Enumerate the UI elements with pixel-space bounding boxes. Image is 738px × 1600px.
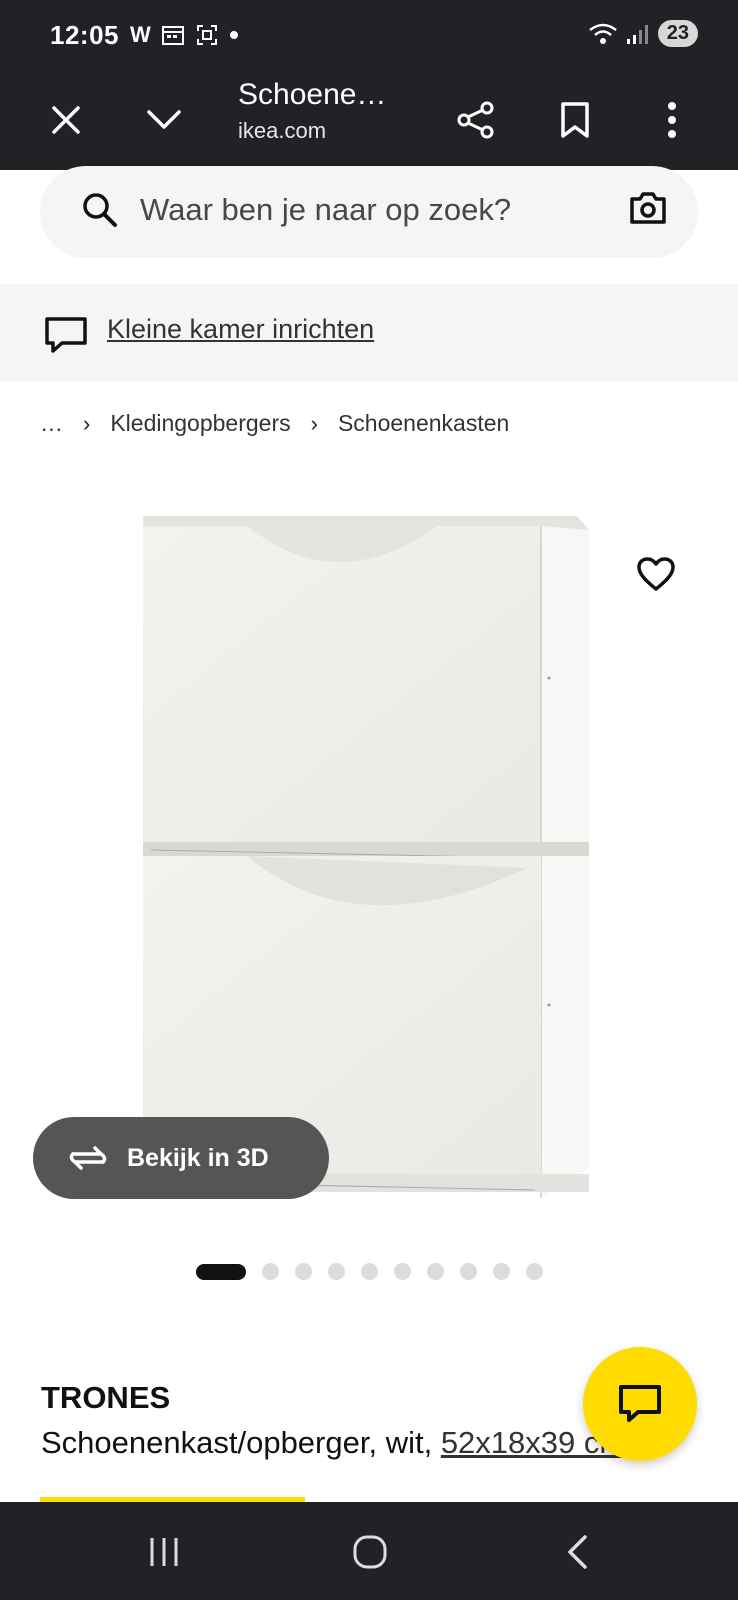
system-nav-bar bbox=[0, 1502, 738, 1600]
notification-w-icon: W bbox=[130, 22, 151, 47]
status-bar: 12:05 W 23 bbox=[0, 0, 738, 70]
product-description: Schoenenkast/opberger, wit, 52x18x39 cm bbox=[41, 1425, 625, 1461]
calendar-icon bbox=[161, 26, 184, 45]
dot-icon bbox=[229, 31, 238, 39]
home-icon bbox=[353, 1535, 387, 1569]
carousel-dot[interactable] bbox=[262, 1263, 279, 1280]
page-url: ikea.com bbox=[238, 118, 327, 143]
bookmark-button[interactable] bbox=[547, 92, 603, 148]
minimize-button[interactable] bbox=[136, 92, 192, 148]
search-bar[interactable]: Waar ben je naar op zoek? bbox=[40, 166, 698, 258]
chevron-right-icon: › bbox=[310, 410, 318, 436]
carousel-dot[interactable] bbox=[526, 1263, 543, 1280]
search-icon bbox=[83, 193, 117, 227]
promo-banner[interactable]: Kleine kamer inrichten bbox=[0, 284, 738, 381]
back-button[interactable] bbox=[548, 1530, 608, 1574]
browser-toolbar: Schoene… ikea.com bbox=[0, 70, 738, 170]
status-time: 12:05 bbox=[50, 20, 119, 50]
share-button[interactable] bbox=[448, 92, 504, 148]
recent-apps-icon bbox=[150, 1538, 178, 1566]
chat-icon bbox=[619, 1385, 661, 1422]
chat-button[interactable] bbox=[583, 1347, 697, 1461]
page-title-block[interactable]: Schoene… ikea.com bbox=[238, 78, 418, 144]
carousel-dot[interactable] bbox=[295, 1263, 312, 1280]
carousel-dot[interactable] bbox=[460, 1263, 477, 1280]
camera-search-icon[interactable] bbox=[628, 188, 668, 228]
signal-icon bbox=[626, 24, 648, 44]
breadcrumb-ellipsis[interactable]: … bbox=[40, 410, 63, 437]
close-icon bbox=[52, 106, 80, 134]
chat-bubble-icon bbox=[45, 317, 87, 353]
page-title: Schoene… bbox=[238, 78, 387, 111]
carousel-dot[interactable] bbox=[328, 1263, 345, 1280]
battery-badge: 23 bbox=[657, 20, 698, 47]
status-system-icons: 23 bbox=[588, 20, 698, 47]
product-description-text: Schoenenkast/opberger, wit, bbox=[41, 1425, 441, 1460]
share-icon bbox=[457, 101, 494, 139]
chevron-down-icon bbox=[147, 110, 181, 129]
promo-link[interactable]: Kleine kamer inrichten bbox=[107, 314, 374, 345]
home-button[interactable] bbox=[340, 1530, 400, 1574]
breadcrumb-item[interactable]: Kledingopbergers bbox=[110, 410, 290, 437]
bookmark-icon bbox=[561, 102, 589, 138]
breadcrumb: … › Kledingopbergers › Schoenenkasten bbox=[40, 410, 509, 437]
image-carousel-indicator bbox=[196, 1263, 543, 1280]
breadcrumb-item[interactable]: Schoenenkasten bbox=[338, 410, 509, 437]
status-notification-icons: W bbox=[130, 22, 239, 48]
recent-apps-button[interactable] bbox=[134, 1530, 194, 1574]
view-3d-label: Bekijk in 3D bbox=[127, 1143, 269, 1172]
close-tab-button[interactable] bbox=[38, 92, 94, 148]
chevron-right-icon: › bbox=[83, 410, 91, 436]
more-vert-icon bbox=[668, 102, 676, 138]
product-image[interactable] bbox=[137, 508, 601, 1220]
carousel-dot[interactable] bbox=[196, 1263, 246, 1280]
wifi-icon bbox=[588, 23, 617, 44]
rotate-3d-icon bbox=[69, 1146, 107, 1170]
search-input[interactable]: Waar ben je naar op zoek? bbox=[140, 192, 511, 228]
scan-icon bbox=[196, 25, 217, 45]
view-3d-button[interactable]: Bekijk in 3D bbox=[33, 1117, 329, 1199]
more-options-button[interactable] bbox=[644, 92, 700, 148]
back-chevron-icon bbox=[568, 1535, 587, 1569]
carousel-dot[interactable] bbox=[493, 1263, 510, 1280]
carousel-dot[interactable] bbox=[427, 1263, 444, 1280]
product-name: TRONES bbox=[41, 1380, 171, 1415]
favorite-heart-icon[interactable] bbox=[636, 556, 676, 592]
carousel-dot[interactable] bbox=[361, 1263, 378, 1280]
carousel-dot[interactable] bbox=[394, 1263, 411, 1280]
